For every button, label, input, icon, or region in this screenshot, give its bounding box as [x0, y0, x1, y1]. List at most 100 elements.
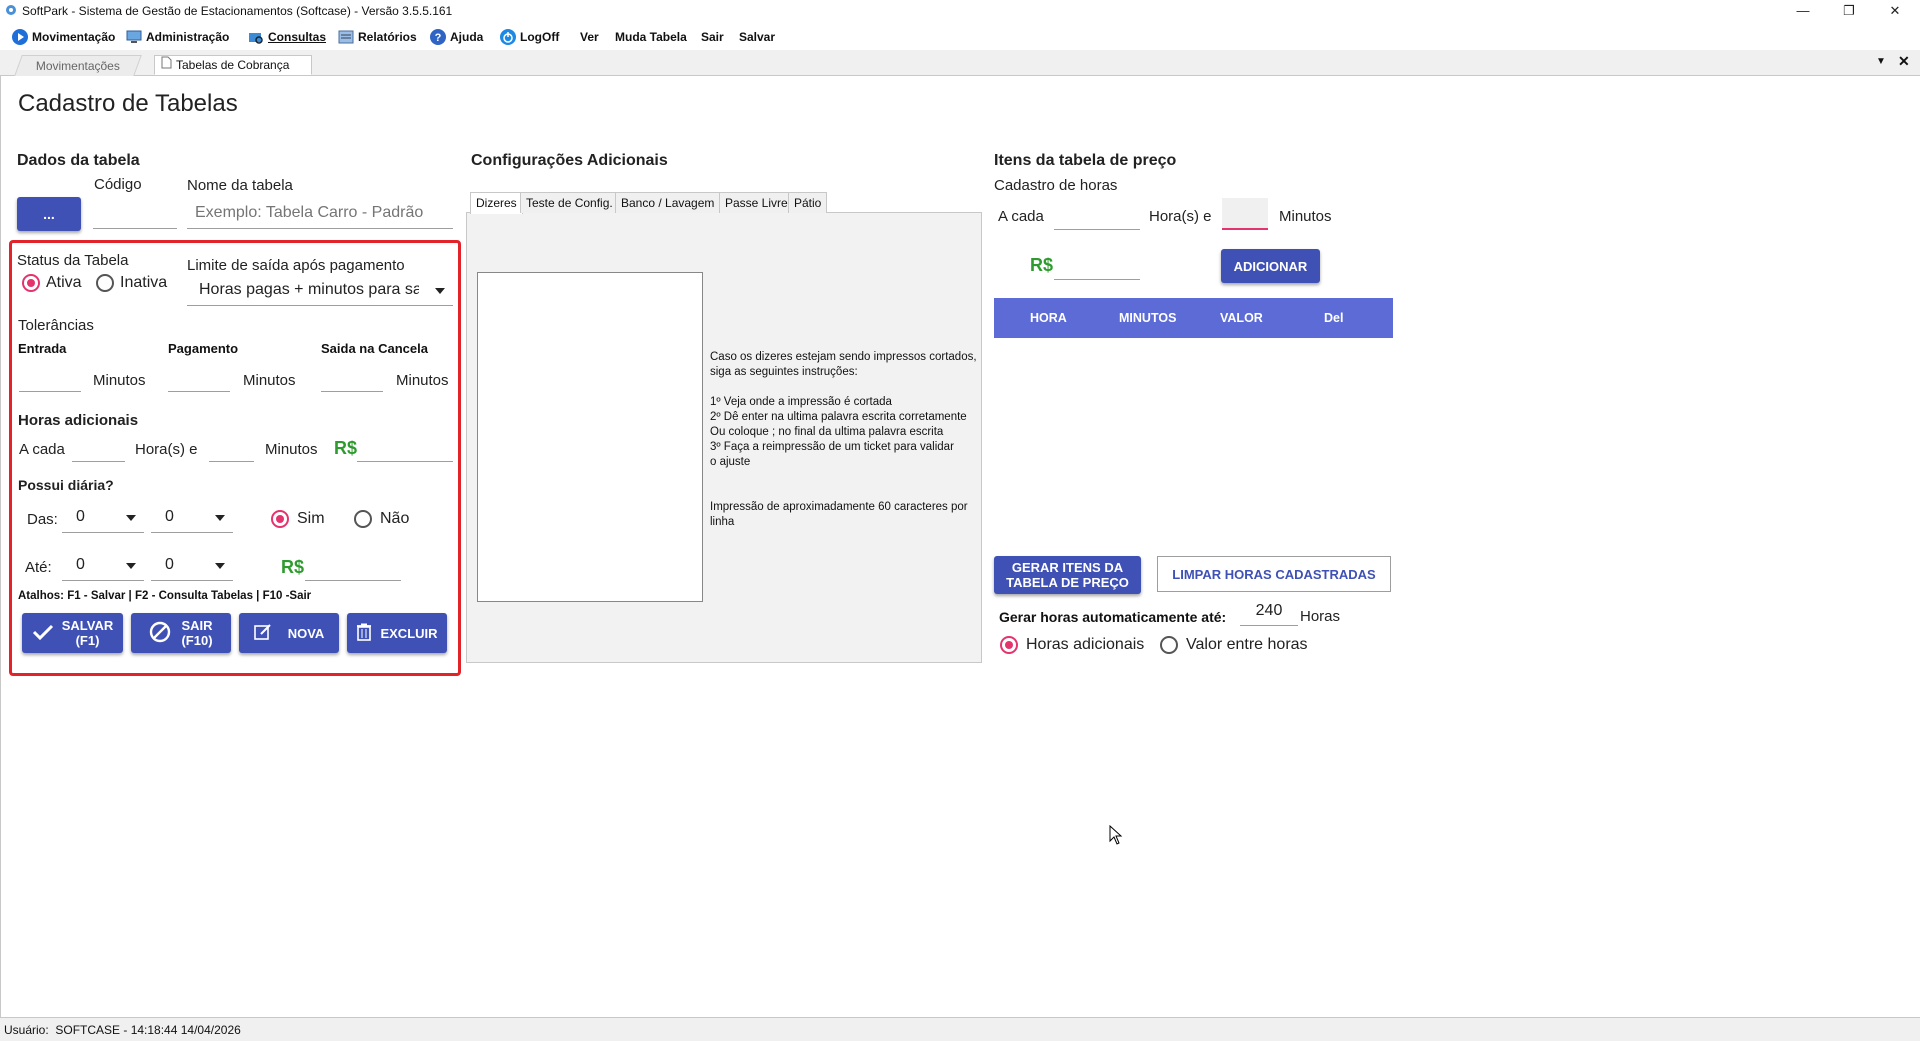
ate-label: Até: [25, 559, 52, 576]
diaria-nao-radio[interactable]: Não [354, 510, 409, 528]
horas-adicionais-option-label: Horas adicionais [1026, 636, 1145, 653]
itens-table-header: HORA MINUTOS VALOR Del [994, 298, 1393, 338]
valor-entre-horas-radio[interactable]: Valor entre horas [1160, 636, 1308, 654]
tolerancias-label: Tolerâncias [18, 317, 94, 334]
status-text: Usuário: SOFTCASE - 14:18:44 14/04/2026 [4, 1023, 241, 1037]
menu-logoff[interactable]: LogOff [500, 28, 559, 46]
note-line: Ou coloque ; no final da ultima palavra … [710, 426, 944, 438]
sair-label-2: (F10) [181, 633, 213, 648]
tab-teste-config[interactable]: Teste de Config. [520, 192, 619, 213]
horas-adicionais-radio[interactable]: Horas adicionais [1000, 636, 1144, 654]
diaria-valor-input[interactable] [305, 551, 401, 581]
ate-minuto-value: 0 [165, 556, 174, 573]
check-icon [32, 623, 54, 644]
radio-selected-icon [22, 274, 40, 292]
gerar-auto-input[interactable] [1240, 596, 1298, 626]
tab-list-dropdown-icon[interactable]: ▼ [1876, 56, 1886, 67]
column-valor: VALOR [1220, 311, 1263, 325]
status-inativa-radio[interactable]: Inativa [96, 274, 167, 292]
menu-movimentacao[interactable]: Movimentação [12, 28, 115, 46]
note-line [710, 470, 977, 485]
menu-muda-tabela[interactable]: Muda Tabela [615, 28, 687, 46]
item-horas-input[interactable] [1054, 198, 1140, 230]
tolerancia-entrada-input[interactable] [19, 362, 81, 392]
saida-cancela-label: Saida na Cancela [321, 341, 428, 356]
help-icon: ? [430, 29, 446, 45]
item-valor-input[interactable] [1054, 248, 1140, 280]
ate-minuto-dropdown[interactable]: 0 [151, 551, 233, 581]
possui-diaria-label: Possui diária? [18, 477, 114, 493]
menu-consultas[interactable]: Consultas [248, 28, 326, 46]
sair-button[interactable]: SAIR (F10) [131, 613, 231, 653]
limpar-horas-button[interactable]: LIMPAR HORAS CADASTRADAS [1157, 556, 1391, 592]
dizeres-textarea[interactable] [477, 272, 703, 602]
horas-adicionais-horas-input[interactable] [72, 432, 125, 462]
menu-label: Movimentação [32, 30, 116, 44]
tab-patio[interactable]: Pátio [788, 192, 828, 213]
horas-adicionais-minutos-input[interactable] [209, 432, 254, 462]
tab-passe-livre[interactable]: Passe Livre [719, 192, 794, 213]
tab-movimentacoes[interactable]: Movimentações [14, 55, 142, 76]
menu-salvar[interactable]: Salvar [739, 28, 775, 46]
dizeres-instructions: Caso os dizeres estejam sendo impressos … [710, 350, 977, 530]
menu-ver[interactable]: Ver [580, 28, 599, 46]
minutos-label: Minutos [1279, 208, 1332, 225]
excluir-label: EXCLUIR [380, 625, 438, 641]
nova-button[interactable]: NOVA [239, 613, 339, 653]
valor-entre-horas-label: Valor entre horas [1186, 636, 1308, 653]
tab-label: Movimentações [35, 59, 120, 73]
currency-label: R$ [334, 438, 358, 458]
note-line: 3º Faça a reimpressão de um ticket para … [710, 441, 954, 453]
excluir-button[interactable]: EXCLUIR [347, 613, 447, 653]
minimize-button[interactable]: — [1780, 0, 1826, 22]
adicionar-button[interactable]: ADICIONAR [1221, 249, 1320, 283]
radio-selected-icon [271, 510, 289, 528]
tab-tabelas-de-cobranca[interactable]: Tabelas de Cobrança [154, 55, 312, 75]
horas-e-label: Hora(s) e [135, 441, 198, 458]
status-ativa-radio[interactable]: Ativa [22, 274, 82, 292]
page-title: Cadastro de Tabelas [18, 90, 238, 117]
cadastro-horas-label: Cadastro de horas [994, 177, 1118, 194]
tolerancia-pagamento-input[interactable] [168, 362, 230, 392]
item-minutos-input[interactable] [1222, 198, 1268, 230]
salvar-label-1: SALVAR [61, 618, 114, 633]
lookup-button[interactable]: ... [17, 197, 81, 231]
menu-label: LogOff [520, 30, 560, 44]
nome-input[interactable] [187, 197, 453, 229]
ate-hora-dropdown[interactable]: 0 [62, 551, 144, 581]
tab-dizeres[interactable]: Dizeres [470, 192, 523, 214]
restore-button[interactable]: ❐ [1826, 0, 1872, 22]
note-line: Impressão de aproximadamente 60 caracter… [710, 501, 968, 513]
limite-label: Limite de saída após pagamento [187, 257, 405, 274]
monitor-icon [126, 29, 142, 45]
note-line [710, 485, 977, 500]
codigo-input[interactable] [93, 197, 177, 229]
chevron-down-icon [215, 563, 225, 569]
column-minutos: MINUTOS [1119, 311, 1177, 325]
menu-sair[interactable]: Sair [701, 28, 724, 46]
radio-unselected-icon [96, 274, 114, 292]
tab-banco-lavagem[interactable]: Banco / Lavagem [615, 192, 721, 213]
status-bar: Usuário: SOFTCASE - 14:18:44 14/04/2026 [0, 1017, 1920, 1041]
menu-relatorios[interactable]: Relatórios [338, 28, 417, 46]
chevron-down-icon [126, 515, 136, 521]
tolerancia-saida-input[interactable] [321, 362, 383, 392]
menu-label: Ajuda [450, 30, 484, 44]
close-button[interactable]: ✕ [1872, 0, 1918, 22]
menu-label: Administração [146, 30, 230, 44]
play-circle-icon [12, 29, 28, 45]
tab-close-icon[interactable]: ✕ [1898, 53, 1910, 70]
status-label: Status da Tabela [17, 252, 129, 269]
diaria-sim-radio[interactable]: Sim [271, 510, 325, 528]
das-hora-dropdown[interactable]: 0 [62, 503, 144, 533]
horas-label: Horas [1300, 608, 1341, 625]
salvar-button[interactable]: SALVAR (F1) [22, 613, 123, 653]
currency-label: R$ [281, 557, 305, 577]
gerar-itens-button[interactable]: GERAR ITENS DA TABELA DE PREÇO [994, 556, 1141, 594]
das-minuto-dropdown[interactable]: 0 [151, 503, 233, 533]
horas-adicionais-valor-input[interactable] [357, 432, 453, 462]
gerar-label-1: GERAR ITENS DA [1011, 560, 1124, 575]
menu-ajuda[interactable]: ? Ajuda [430, 28, 483, 46]
limite-dropdown[interactable]: Horas pagas + minutos para saída [187, 276, 453, 306]
menu-administracao[interactable]: Administração [126, 28, 229, 46]
